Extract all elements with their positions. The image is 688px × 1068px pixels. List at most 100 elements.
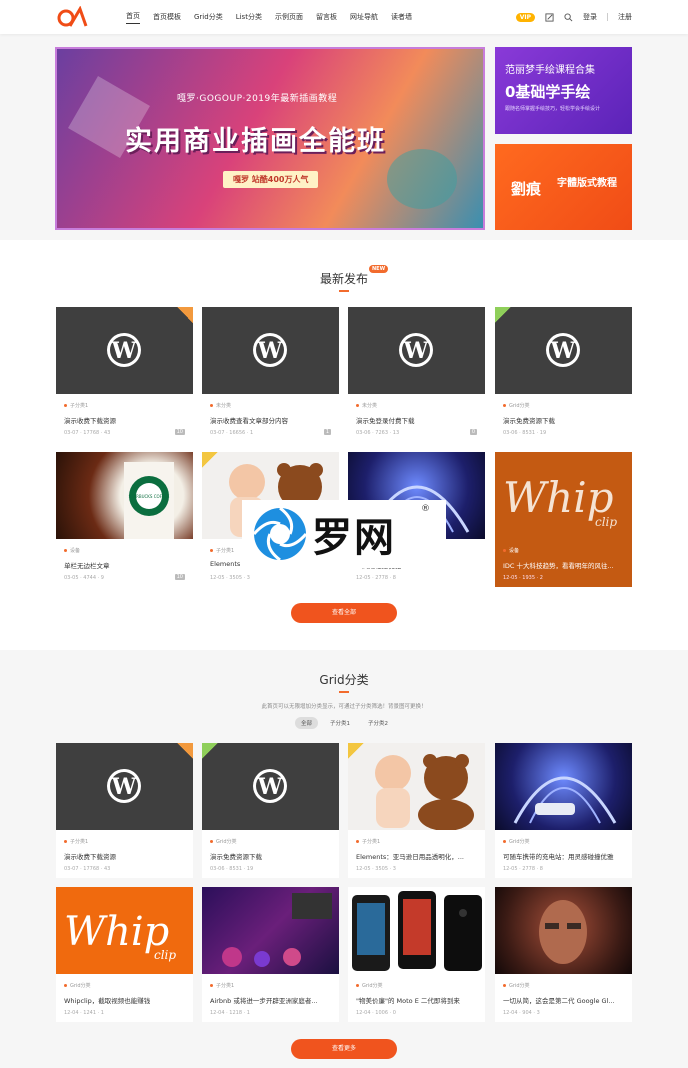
post-title[interactable]: Whipclip，截取视频也能赚钱 (64, 995, 186, 1005)
nav-list[interactable]: List分类 (236, 12, 262, 22)
wave-decoration (387, 149, 457, 209)
post-category[interactable]: Grid分类 (503, 838, 530, 845)
nav-templates[interactable]: 首页模板 (153, 12, 181, 22)
tab-all[interactable]: 全部 (295, 717, 319, 729)
category-dot (503, 840, 506, 843)
post-title[interactable]: Elements：亚马逊日用品透明化，... (356, 851, 478, 861)
banner-subtitle: 嘎罗·GOGOUP·2019年最新插画教程 (177, 94, 338, 104)
view-all-button[interactable]: 查看全部 (291, 603, 397, 623)
post-card[interactable]: Whip clip 设备 IDC 十大科技趋势，看看明年的风往... 12-05 … (495, 452, 632, 587)
post-category[interactable]: 未分类 (210, 402, 231, 409)
post-title[interactable]: "物美价廉"的 Moto E 二代即将到来 (356, 995, 478, 1005)
post-card[interactable]: Grid分类 可随车携带的充电站：用灵感碰撞优雅 12-05 · 2778 · … (495, 743, 632, 878)
post-title[interactable]: 演示免登录付费下载 (356, 415, 478, 425)
post-card[interactable]: Grid分类 一切从简，这会是第二代 Google Gl... 12-04 · … (495, 887, 632, 1022)
nav-sample[interactable]: 示例页面 (275, 12, 303, 22)
post-title[interactable]: 可随车携带的充电站：用灵感碰撞优雅 (503, 851, 625, 861)
post-category[interactable]: Grid分类 (503, 982, 530, 989)
tab-sub1[interactable]: 子分类1 (324, 717, 356, 729)
side1-line1: 范丽梦手绘课程合集 (505, 65, 595, 76)
post-card[interactable]: Grid分类 "物美价廉"的 Moto E 二代即将到来 12-04 · 100… (348, 887, 485, 1022)
post-card[interactable]: W Grid分类 演示免费资源下载 03-06 · 8531 · 19 (495, 307, 632, 442)
post-card[interactable]: Whip clip Grid分类 Whipclip，截取视频也能赚钱 12-04 … (56, 887, 193, 1022)
phones-image (352, 891, 482, 971)
wordpress-icon: W (253, 333, 287, 367)
svg-text:W: W (550, 338, 576, 364)
svg-text:W: W (111, 774, 137, 800)
post-category[interactable]: Grid分类 (64, 982, 91, 989)
post-category[interactable]: 设备 (503, 547, 519, 554)
site-logo[interactable] (56, 6, 90, 28)
category-label: 子分类1 (216, 548, 235, 554)
category-dot (356, 984, 359, 987)
main-nav: 首页 首页模板 Grid分类 List分类 示例页面 留言板 网址导航 读者墙 (126, 0, 425, 34)
post-card[interactable]: 子分类1 Airbnb 或将进一步开辟亚洲家庭者... 12-04 · 1218… (202, 887, 339, 1022)
post-card[interactable]: W 未分类 演示收费查看文章部分内容 03-07 · 16656 · 1 1 (202, 307, 339, 442)
thumb-label: STARBUCKS COFFEE (129, 494, 170, 499)
category-label: Grid分类 (509, 839, 530, 845)
view-more-button[interactable]: 查看更多 (291, 1039, 397, 1059)
main-banner[interactable]: 嘎罗·GOGOUP·2019年最新插画教程 实用商业插画全能班 嘎罗 站酷400… (55, 47, 485, 230)
starbucks-cup-image: STARBUCKS COFFEE (124, 462, 174, 539)
image-count: 0 (469, 429, 477, 435)
post-card[interactable]: 子分类1 Elements：亚马逊日用品透明化，... 12-05 · 3505… (348, 743, 485, 878)
post-card[interactable]: W 子分类1 演示收费下载资源 03-07 · 17768 · 43 10 (56, 307, 193, 442)
side2-name: 劉痕 (511, 180, 542, 198)
tab-sub2[interactable]: 子分类2 (362, 717, 394, 729)
post-category[interactable]: 子分类1 (64, 838, 88, 845)
nav-readers[interactable]: 读者墙 (391, 12, 412, 22)
post-card[interactable]: STARBUCKS COFFEE 设备 单栏无边栏文章 03-05 · 4744… (56, 452, 193, 587)
wordpress-icon: W (399, 333, 433, 367)
post-category[interactable]: 子分类1 (64, 402, 88, 409)
post-card[interactable]: W 子分类1 演示收费下载资源 03-07 · 17768 · 43 (56, 743, 193, 878)
side-banner-handdraw[interactable]: 范丽梦手绘课程合集 0基础学手绘 跟随名师掌握手绘技巧，轻松学会手绘设计 (495, 47, 632, 134)
post-title[interactable]: 演示收费下载资源 (64, 851, 186, 861)
post-category[interactable]: Grid分类 (503, 402, 530, 409)
post-category[interactable]: 子分类1 (210, 982, 234, 989)
tag-ribbon (348, 743, 364, 759)
post-category[interactable]: Grid分类 (210, 838, 237, 845)
edit-icon[interactable] (545, 12, 554, 22)
post-category[interactable]: 子分类1 (210, 547, 234, 554)
category-dot (64, 404, 67, 407)
vip-badge[interactable]: VIP (515, 12, 535, 22)
post-title[interactable]: 演示收费查看文章部分内容 (210, 415, 332, 425)
grid-title: Grid分类 (319, 673, 369, 687)
post-meta: 12-05 · 3505 · 3 (356, 866, 396, 872)
post-category[interactable]: 设备 (64, 547, 80, 554)
post-title[interactable]: IDC 十大科技趋势，看看明年的风往... (503, 560, 625, 570)
post-title[interactable]: 演示免费资源下载 (210, 851, 332, 861)
post-title[interactable]: 演示收费下载资源 (64, 415, 186, 425)
nav-home[interactable]: 首页 (126, 11, 140, 24)
nav-links[interactable]: 网址导航 (350, 12, 378, 22)
post-card[interactable]: W 未分类 演示免登录付费下载 03-06 · 7263 · 13 0 (348, 307, 485, 442)
nav-guestbook[interactable]: 留言板 (316, 12, 337, 22)
side-banner-typography[interactable]: 劉痕 字體版式教程 (495, 144, 632, 230)
register-link[interactable]: 注册 (618, 12, 632, 22)
post-card[interactable]: W Grid分类 演示免费资源下载 03-06 · 8531 · 19 (202, 743, 339, 878)
category-label: 未分类 (362, 403, 378, 409)
category-dot (210, 840, 213, 843)
post-category[interactable]: Grid分类 (356, 982, 383, 989)
search-icon[interactable] (564, 12, 573, 22)
post-meta: 12-04 · 1241 · 1 (64, 1010, 104, 1016)
side1-line3: 跟随名师掌握手绘技巧，轻松学会手绘设计 (505, 106, 601, 112)
image-count: 1 (323, 429, 331, 435)
banner-title: 实用商业插画全能班 (125, 126, 386, 157)
post-title[interactable]: Airbnb 或将进一步开辟亚洲家庭者... (210, 995, 332, 1005)
post-title[interactable]: 一切从简，这会是第二代 Google Gl... (503, 995, 625, 1005)
category-label: Grid分类 (509, 983, 530, 989)
post-category[interactable]: 子分类1 (356, 838, 380, 845)
login-link[interactable]: 登录 (583, 12, 597, 22)
whip-logo-image: Whipclip (503, 473, 617, 529)
charging-station-image (513, 776, 617, 824)
image-count: 10 (174, 574, 185, 580)
category-dot (64, 840, 67, 843)
post-title[interactable]: 演示免费资源下载 (503, 415, 625, 425)
nav-grid[interactable]: Grid分类 (194, 12, 223, 22)
whip-logo-image: Whipclip (64, 909, 176, 962)
post-meta: 12-04 · 1006 · 0 (356, 1010, 396, 1016)
post-category[interactable]: 未分类 (356, 402, 377, 409)
svg-text:W: W (257, 774, 283, 800)
post-title[interactable]: 单栏无边栏文章 (64, 560, 186, 570)
